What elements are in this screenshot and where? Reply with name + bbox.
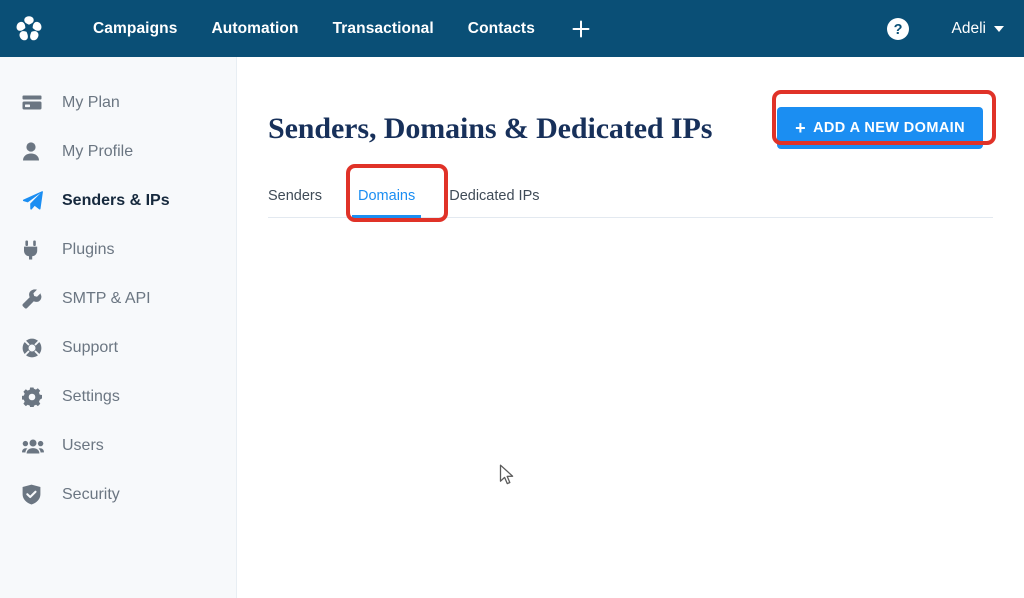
- top-bar-right: ? Adeli: [886, 0, 1024, 57]
- page-title: Senders, Domains & Dedicated IPs: [268, 112, 713, 145]
- user-icon: [22, 140, 48, 164]
- sidebar-label-settings: Settings: [62, 387, 120, 405]
- life-ring-icon: [22, 336, 48, 360]
- sendinblue-pinwheel-logo-icon: [16, 15, 41, 40]
- add-new-button[interactable]: [556, 18, 606, 40]
- top-navigation-bar: Campaigns Automation Transactional Conta…: [0, 0, 1024, 57]
- nav-item-automation[interactable]: Automation: [194, 0, 315, 57]
- tab-senders[interactable]: Senders: [268, 188, 336, 217]
- gear-icon: [22, 385, 48, 409]
- sidebar-item-senders-and-ips[interactable]: Senders & IPs: [0, 176, 236, 225]
- sidebar-item-my-profile[interactable]: My Profile: [0, 127, 236, 176]
- paper-plane-icon: [22, 189, 48, 213]
- sidebar-item-smtp-and-api[interactable]: SMTP & API: [0, 274, 236, 323]
- page-header: Senders, Domains & Dedicated IPs + ADD A…: [268, 101, 993, 159]
- add-a-new-domain-label: ADD A NEW DOMAIN: [813, 120, 965, 136]
- sidebar-label-users: Users: [62, 436, 104, 454]
- svg-text:?: ?: [893, 22, 902, 38]
- sidebar-item-security[interactable]: Security: [0, 470, 236, 519]
- plus-icon: [572, 20, 590, 37]
- credit-card-icon: [22, 91, 48, 115]
- app-logo[interactable]: [0, 0, 57, 57]
- main-content: Senders, Domains & Dedicated IPs + ADD A…: [238, 57, 1024, 598]
- account-name: Adeli: [951, 19, 986, 37]
- sidebar-item-support[interactable]: Support: [0, 323, 236, 372]
- nav-item-campaigns[interactable]: Campaigns: [76, 0, 194, 57]
- sidebar-label-smtp-and-api: SMTP & API: [62, 289, 151, 307]
- sidebar-label-security: Security: [62, 485, 120, 503]
- sidebar-label-senders-and-ips: Senders & IPs: [62, 191, 170, 209]
- tab-domains[interactable]: Domains: [344, 188, 429, 218]
- top-nav-items: Campaigns Automation Transactional Conta…: [76, 0, 606, 57]
- plug-icon: [22, 238, 48, 262]
- sidebar-item-my-plan[interactable]: My Plan: [0, 78, 236, 127]
- account-menu[interactable]: Adeli: [952, 20, 1004, 38]
- chevron-down-icon: [994, 25, 1004, 32]
- users-group-icon: [22, 434, 48, 458]
- nav-item-contacts[interactable]: Contacts: [451, 0, 552, 57]
- add-a-new-domain-button[interactable]: + ADD A NEW DOMAIN: [777, 107, 983, 149]
- domains-empty-panel: [268, 222, 993, 552]
- plus-icon: +: [795, 118, 807, 138]
- sidebar-label-support: Support: [62, 338, 119, 356]
- wrench-icon: [22, 287, 48, 311]
- shield-check-icon: [22, 483, 48, 507]
- nav-item-transactional[interactable]: Transactional: [316, 0, 451, 57]
- sidebar-item-plugins[interactable]: Plugins: [0, 225, 236, 274]
- sidebar: My Plan My Profile Senders & IPs Plugins: [0, 57, 237, 598]
- tab-bar: Senders Domains Dedicated IPs: [268, 176, 993, 218]
- sidebar-label-my-plan: My Plan: [62, 93, 120, 111]
- sidebar-label-my-profile: My Profile: [62, 142, 134, 160]
- sidebar-label-plugins: Plugins: [62, 240, 115, 258]
- tab-dedicated-ips[interactable]: Dedicated IPs: [435, 188, 553, 217]
- sidebar-item-users[interactable]: Users: [0, 421, 236, 470]
- sidebar-item-settings[interactable]: Settings: [0, 372, 236, 421]
- help-circle-icon[interactable]: ?: [886, 17, 910, 41]
